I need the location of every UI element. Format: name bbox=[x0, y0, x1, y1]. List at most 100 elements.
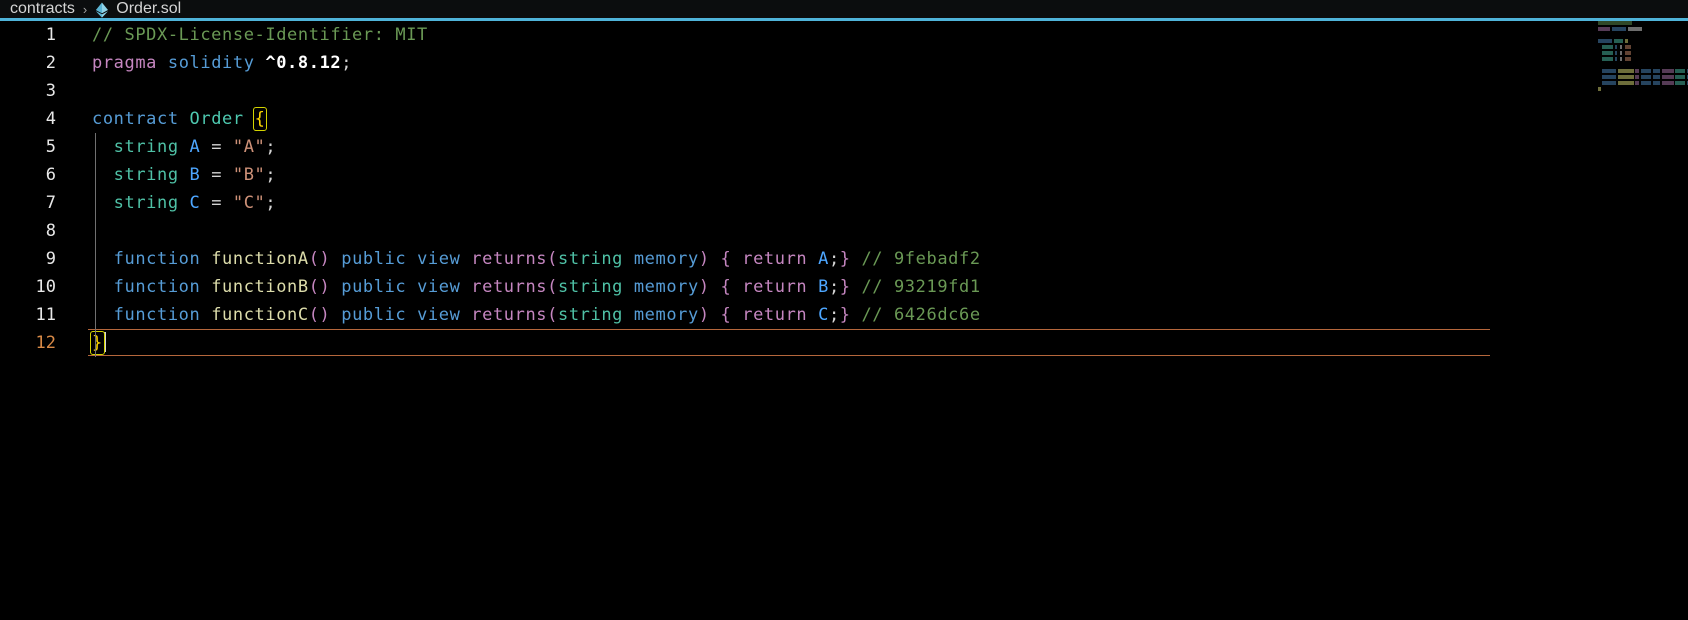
code-line[interactable]: 11 function functionC() public view retu… bbox=[0, 301, 1688, 329]
code-line[interactable]: 9 function functionA() public view retur… bbox=[0, 245, 1688, 273]
minimap[interactable] bbox=[1592, 21, 1688, 620]
minimap-row bbox=[1592, 21, 1688, 26]
minimap-block bbox=[1625, 45, 1631, 49]
minimap-block bbox=[1602, 75, 1616, 79]
minimap-block bbox=[1635, 81, 1639, 85]
code-token: view bbox=[417, 305, 461, 325]
minimap-block bbox=[1635, 75, 1639, 79]
breadcrumb-file[interactable]: Order.sol bbox=[116, 1, 181, 17]
code-line[interactable]: 12} bbox=[0, 329, 1688, 357]
code-token: ; bbox=[828, 305, 840, 325]
code-token: memory bbox=[633, 249, 699, 269]
code-line[interactable]: 10 function functionB() public view retu… bbox=[0, 273, 1688, 301]
code-token: ; bbox=[828, 277, 840, 297]
minimap-block bbox=[1598, 39, 1612, 43]
minimap-block bbox=[1641, 81, 1651, 85]
code-token: ^0.8.12 bbox=[265, 53, 342, 73]
code-line[interactable]: 1 // SPDX-License-Identifier: MIT bbox=[0, 21, 1688, 49]
code-token: // 6426dc6e bbox=[861, 305, 981, 325]
code-token: view bbox=[417, 249, 461, 269]
minimap-block bbox=[1615, 45, 1617, 49]
minimap-block bbox=[1620, 45, 1622, 49]
code-token: } bbox=[839, 249, 851, 269]
minimap-row bbox=[1592, 87, 1688, 92]
minimap-row bbox=[1592, 39, 1688, 44]
line-number: 11 bbox=[35, 305, 56, 325]
code-token: () bbox=[308, 249, 331, 269]
minimap-block bbox=[1620, 51, 1622, 55]
code-line[interactable]: 5 string A = "A"; bbox=[0, 133, 1688, 161]
code-token: public bbox=[341, 277, 407, 297]
code-token: memory bbox=[633, 277, 699, 297]
breadcrumb: contracts › Order.sol bbox=[0, 0, 1688, 21]
code-editor[interactable]: 1 // SPDX-License-Identifier: MIT 2 pragma … bbox=[0, 21, 1688, 620]
code-token: ) bbox=[698, 277, 710, 297]
code-line-content[interactable]: // SPDX-License-Identifier: MIT bbox=[92, 21, 428, 49]
code-line-content[interactable]: function functionA() public view returns… bbox=[92, 245, 981, 273]
code-token: // SPDX-License-Identifier: MIT bbox=[92, 25, 428, 45]
code-token: "B" bbox=[232, 165, 266, 185]
ethereum-icon bbox=[95, 2, 109, 18]
code-line[interactable]: 6 string B = "B"; bbox=[0, 161, 1688, 189]
minimap-row bbox=[1592, 51, 1688, 56]
code-line-content[interactable]: string C = "C"; bbox=[92, 189, 276, 217]
code-line-content[interactable]: contract Order { bbox=[92, 105, 268, 133]
code-token: ( bbox=[547, 249, 558, 269]
code-token: string bbox=[113, 165, 179, 185]
minimap-row bbox=[1592, 57, 1688, 62]
minimap-block bbox=[1602, 51, 1613, 55]
code-line[interactable]: 3 bbox=[0, 77, 1688, 105]
minimap-block bbox=[1662, 69, 1674, 73]
minimap-block bbox=[1598, 87, 1601, 91]
code-line-content[interactable]: string A = "A"; bbox=[92, 133, 276, 161]
code-token: = bbox=[200, 193, 233, 213]
code-token: } bbox=[839, 305, 851, 325]
minimap-block bbox=[1653, 81, 1660, 85]
code-token: function bbox=[113, 277, 201, 297]
code-token: // 9febadf2 bbox=[861, 249, 981, 269]
code-token: C bbox=[189, 193, 201, 213]
code-line-content[interactable]: string B = "B"; bbox=[92, 161, 276, 189]
minimap-block bbox=[1662, 75, 1674, 79]
code-line[interactable]: 4 contract Order { bbox=[0, 105, 1688, 133]
minimap-block bbox=[1675, 75, 1685, 79]
minimap-row bbox=[1592, 27, 1688, 32]
breadcrumb-separator-icon: › bbox=[82, 1, 88, 17]
code-token: string bbox=[557, 305, 623, 325]
code-token: function bbox=[113, 305, 201, 325]
code-token: string bbox=[557, 249, 623, 269]
minimap-block bbox=[1614, 39, 1623, 43]
minimap-block bbox=[1675, 69, 1685, 73]
minimap-rows bbox=[1592, 21, 1688, 92]
minimap-row bbox=[1592, 33, 1688, 38]
code-token: B bbox=[189, 165, 201, 185]
code-line[interactable]: 7 string C = "C"; bbox=[0, 189, 1688, 217]
code-line-content[interactable]: function functionB() public view returns… bbox=[92, 273, 981, 301]
minimap-block bbox=[1662, 81, 1674, 85]
code-token: ) bbox=[698, 305, 710, 325]
code-token: returns bbox=[471, 249, 548, 269]
code-token: } bbox=[90, 331, 105, 355]
line-number: 4 bbox=[45, 109, 56, 129]
code-token: { bbox=[720, 305, 732, 325]
code-line-content[interactable]: function functionC() public view returns… bbox=[92, 301, 981, 329]
code-token: { bbox=[720, 249, 732, 269]
code-line[interactable]: 8 bbox=[0, 217, 1688, 245]
code-lines[interactable]: 1 // SPDX-License-Identifier: MIT 2 pragma … bbox=[0, 21, 1688, 357]
code-line-content[interactable]: pragma solidity ^0.8.12; bbox=[92, 49, 352, 77]
minimap-block bbox=[1602, 81, 1616, 85]
breadcrumb-folder[interactable]: contracts bbox=[10, 1, 75, 17]
code-token: functionC bbox=[211, 305, 309, 325]
code-token: // 93219fd1 bbox=[861, 277, 981, 297]
code-line[interactable]: 2 pragma solidity ^0.8.12; bbox=[0, 49, 1688, 77]
